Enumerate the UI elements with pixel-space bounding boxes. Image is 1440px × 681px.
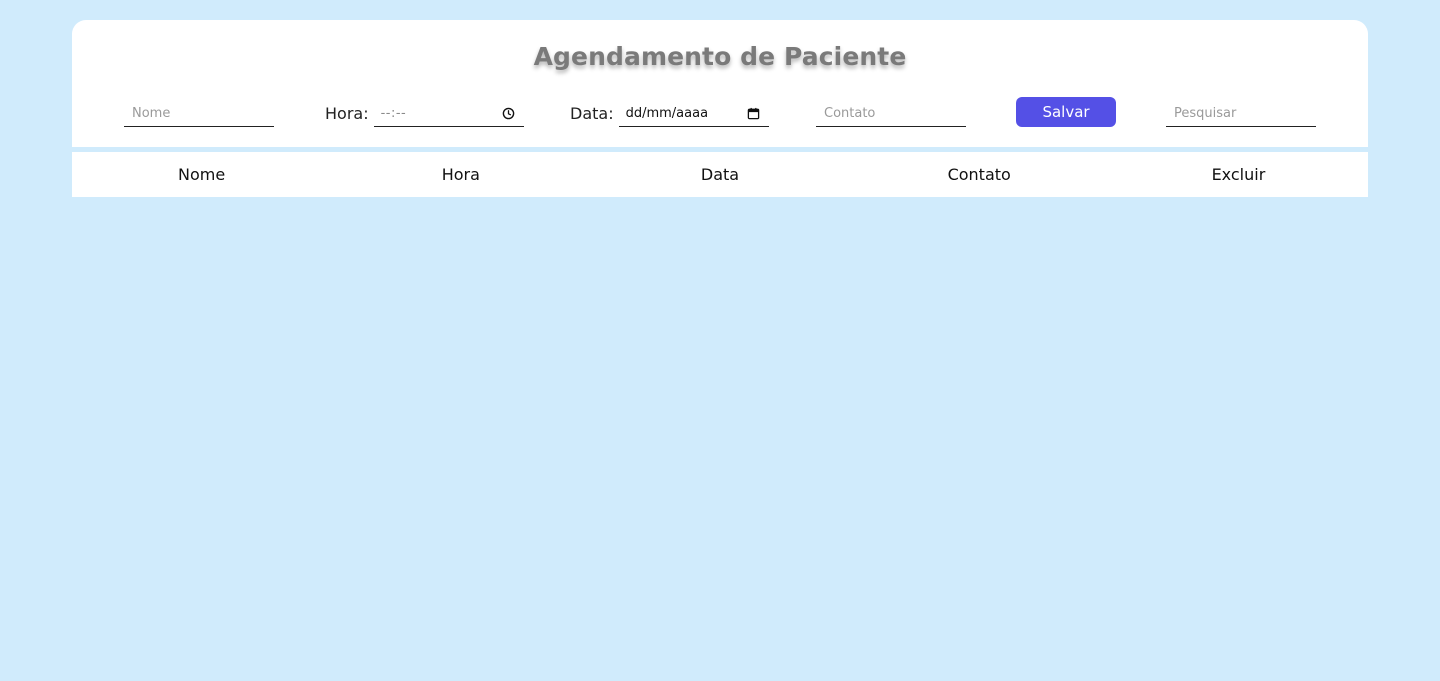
column-header-hora: Hora [441, 165, 480, 184]
data-label: Data: [570, 104, 614, 123]
column-header-nome: Nome [178, 165, 226, 184]
column-header-excluir: Excluir [1211, 165, 1266, 184]
nome-placeholder: Nome [132, 105, 171, 121]
data-field-wrapper: Data: dd/mm/aaaa [570, 100, 769, 127]
data-input[interactable]: dd/mm/aaaa [618, 101, 769, 127]
contato-input[interactable]: Contato [816, 101, 966, 127]
column-header-data: Data [700, 165, 740, 184]
search-field-wrapper: Pesquisar [1166, 100, 1316, 127]
nome-input[interactable]: Nome [124, 101, 274, 127]
data-value: dd/mm/aaaa [625, 105, 709, 121]
search-placeholder: Pesquisar [1174, 105, 1237, 121]
calendar-icon[interactable] [747, 107, 760, 120]
hora-label: Hora: [325, 104, 369, 123]
table-header: Nome Hora Data Contato Excluir [72, 152, 1368, 197]
form-card: Agendamento de Paciente Nome Hora: --:--… [72, 20, 1368, 147]
contato-field-wrapper: Contato [816, 100, 966, 127]
clock-icon[interactable] [502, 107, 515, 120]
hora-field-wrapper: Hora: --:-- [325, 100, 524, 127]
page-title: Agendamento de Paciente [533, 42, 907, 71]
column-header-contato: Contato [947, 165, 1011, 184]
contato-placeholder: Contato [824, 105, 876, 121]
search-input[interactable]: Pesquisar [1166, 101, 1316, 127]
hora-input[interactable]: --:-- [373, 101, 524, 127]
nome-field-wrapper: Nome [124, 100, 274, 127]
hora-value: --:-- [380, 105, 407, 121]
save-button[interactable]: Salvar [1016, 97, 1116, 127]
